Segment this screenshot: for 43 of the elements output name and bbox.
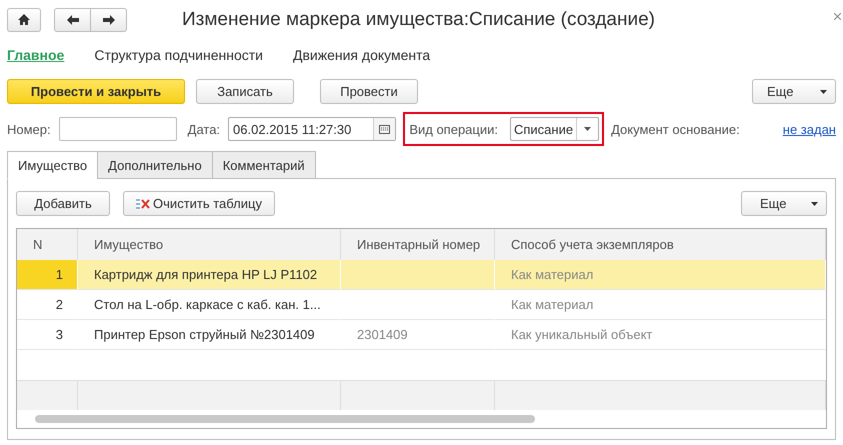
back-button[interactable] (54, 8, 91, 32)
scrollbar-thumb[interactable] (35, 415, 535, 423)
basis-link[interactable]: не задан (782, 122, 836, 136)
close-icon[interactable] (834, 13, 841, 20)
more-button[interactable]: Еще (752, 79, 836, 104)
field-label: Документ основание: (611, 122, 740, 136)
operation-select[interactable]: Списание (510, 117, 600, 141)
forward-button[interactable] (91, 8, 127, 32)
column-header[interactable]: Имущество (78, 229, 341, 260)
home-button[interactable] (7, 8, 41, 32)
table-cell: 1 (17, 260, 78, 290)
column-header[interactable]: Способ учета экземпляров (495, 229, 826, 260)
number-field[interactable] (58, 117, 177, 141)
more-button[interactable]: Еще (741, 191, 827, 216)
column-header[interactable]: N (17, 229, 78, 260)
window-title: Изменение маркера имущества:Списание (создание) (182, 8, 655, 30)
tab[interactable]: Дополнительно (97, 151, 213, 179)
command-button[interactable]: Записать (196, 79, 294, 104)
section-link[interactable]: Структура подчиненности (94, 47, 263, 63)
add-button[interactable]: Добавить (16, 191, 110, 216)
caret-icon (820, 90, 827, 94)
field-label: Вид операции: (409, 122, 498, 136)
caret-icon (811, 202, 818, 206)
section-link[interactable]: Движения документа (292, 47, 430, 63)
left-arrow-icon (66, 14, 80, 26)
clear-table-button[interactable]: Очистить таблицу (123, 191, 275, 216)
column-header[interactable]: Инвентарный номер (341, 229, 495, 260)
tab[interactable]: Имущество (7, 151, 98, 179)
calendar-icon (379, 124, 390, 134)
table-footer-cell (17, 380, 78, 410)
clear-list-icon (136, 198, 150, 208)
caret-icon (584, 127, 592, 131)
date-field[interactable]: 06.02.2015 11:27:30 (228, 117, 396, 141)
right-arrow-icon (102, 14, 116, 26)
tab[interactable]: Комментарий (212, 151, 316, 179)
field-label: Номер: (7, 122, 51, 136)
calendar-button[interactable] (373, 118, 396, 140)
table-cell: Картридж для принтера HP LJ P1102 (78, 260, 341, 290)
home-icon (17, 13, 31, 26)
field-label: Дата: (188, 122, 220, 136)
table-cell: Как материал (495, 260, 826, 290)
post-and-close-button[interactable]: Провести и закрыть (7, 79, 185, 104)
command-button[interactable]: Провести (320, 79, 418, 104)
